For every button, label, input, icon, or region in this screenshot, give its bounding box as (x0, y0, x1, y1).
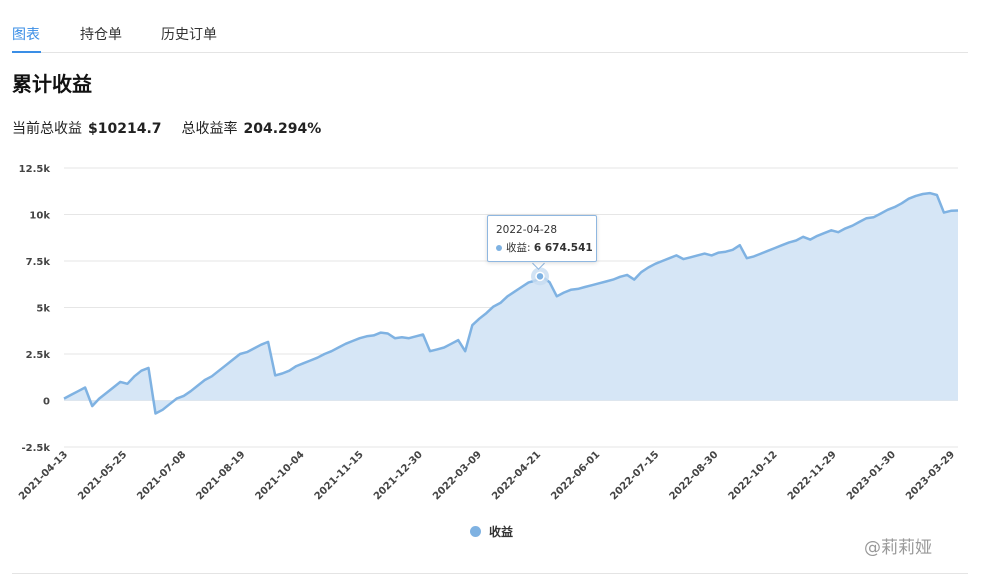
tab-bar: 图表 持仓单 历史订单 (12, 18, 968, 53)
x-tick-label: 2021-05-25 (76, 449, 129, 502)
x-tick-label: 2021-11-15 (313, 449, 366, 502)
x-tick-label: 2022-11-29 (786, 449, 839, 502)
cumulative-profit-chart: 12.5k10k7.5k5k2.5k0-2.5k 2021-04-13 2021-… (17, 164, 959, 502)
tab-positions[interactable]: 持仓单 (80, 24, 122, 44)
highlight-marker[interactable] (531, 267, 549, 286)
active-tab-indicator (12, 51, 41, 53)
tooltip-series-dot (496, 245, 502, 251)
x-tick-label: 2021-08-19 (195, 449, 248, 502)
tab-chart[interactable]: 图表 (12, 24, 40, 44)
chart-legend[interactable]: 收益 (470, 523, 513, 540)
y-axis: 12.5k 10k 7.5k 5k 2.5k 0 -2.5k (19, 164, 51, 454)
y-tick-label: 12.5k (19, 164, 51, 175)
page-title: 累计收益 (12, 72, 92, 96)
x-tick-label: 2021-12-30 (372, 449, 425, 502)
legend-label: 收益 (489, 525, 514, 539)
x-tick-label: 2022-07-15 (608, 449, 661, 502)
total-profit-value: $10214.7 (88, 121, 162, 137)
y-tick-label: 7.5k (26, 257, 51, 268)
tooltip-date: 2022-04-28 (496, 224, 558, 236)
y-tick-label: 5k (36, 304, 50, 315)
legend-dot (470, 526, 481, 537)
tab-order-history[interactable]: 历史订单 (161, 24, 217, 44)
x-tick-label: 2022-04-21 (490, 449, 543, 502)
y-tick-label: -2.5k (21, 443, 50, 454)
y-tick-label: 10k (29, 211, 50, 222)
y-tick-label: 2.5k (26, 350, 51, 361)
bottom-divider (12, 573, 968, 574)
x-tick-label: 2022-10-12 (727, 449, 780, 502)
chart-tooltip: 2022-04-28 收益: 6 674.541 (487, 215, 597, 262)
total-profit-label: 当前总收益 (12, 121, 82, 137)
x-tick-label: 2021-07-08 (135, 449, 188, 502)
x-tick-label: 2022-06-01 (549, 449, 602, 502)
x-tick-label: 2021-04-13 (17, 449, 70, 502)
total-return-label: 总收益率 (181, 121, 238, 137)
x-tick-label: 2022-03-09 (431, 449, 484, 502)
highlight-point (535, 271, 545, 282)
tooltip-value: 6 674.541 (533, 242, 593, 254)
x-tick-label: 2022-08-30 (668, 449, 721, 502)
total-return-value: 204.294% (243, 121, 322, 137)
profit-summary: 当前总收益 $10214.7 总收益率 204.294% (12, 118, 321, 138)
x-tick-label: 2023-03-29 (904, 449, 957, 502)
watermark: @莉莉娅 (864, 538, 932, 558)
tooltip-value-line: 收益: 6 674.541 (496, 240, 593, 255)
x-tick-label: 2023-01-30 (845, 449, 898, 502)
y-tick-label: 0 (43, 397, 50, 408)
x-tick-label: 2021-10-04 (254, 449, 307, 502)
x-axis: 2021-04-13 2021-05-25 2021-07-08 2021-08-19… (17, 449, 957, 502)
tooltip-label: 收益: (506, 242, 531, 254)
